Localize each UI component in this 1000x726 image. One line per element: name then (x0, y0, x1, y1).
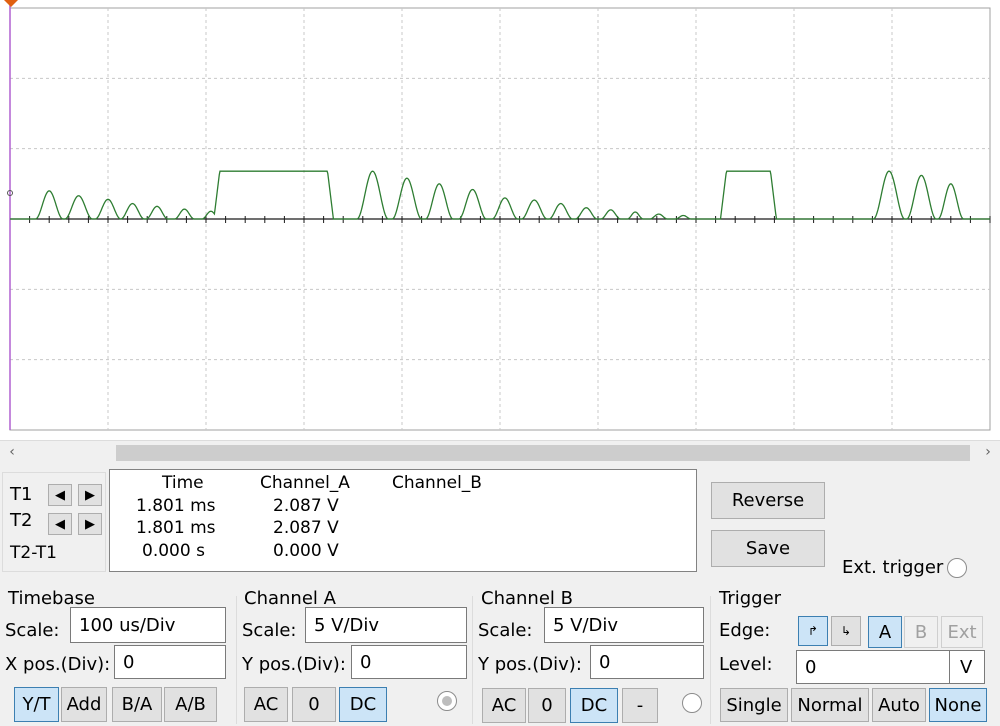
channel-a-scale-label: Scale: (242, 620, 297, 641)
mode-ba-button[interactable]: B/A (112, 687, 162, 722)
trigger-normal-button[interactable]: Normal (791, 688, 869, 722)
channel-a-dc-button[interactable]: DC (339, 687, 387, 722)
channel-a-ypos-label: Y pos.(Div): (242, 654, 346, 675)
channel-a-title: Channel A (244, 588, 336, 609)
channel-a-indicator[interactable] (437, 691, 457, 711)
trigger-edge-label: Edge: (719, 620, 771, 641)
t1-right-arrow-icon[interactable]: ▶ (78, 484, 102, 506)
horizontal-scrollbar[interactable]: ‹ › (0, 440, 1000, 464)
trigger-marker-icon (4, 0, 18, 7)
t2-t1-label: T2-T1 (10, 543, 57, 563)
trigger-none-button[interactable]: None (929, 688, 987, 722)
t2-right-arrow-icon[interactable]: ▶ (78, 513, 102, 535)
trigger-single-button[interactable]: Single (720, 688, 788, 722)
t1-left-arrow-icon[interactable]: ◀ (48, 484, 72, 506)
t2-channel-a-value: 2.087 V (273, 518, 339, 538)
mode-add-button[interactable]: Add (61, 687, 107, 722)
t1-channel-a-value: 2.087 V (273, 496, 339, 516)
ext-trigger-label: Ext. trigger (842, 557, 944, 578)
rising-edge-icon[interactable]: ↱ (798, 616, 828, 646)
timebase-xpos-label: X pos.(Div): (5, 654, 111, 675)
channel-b-ac-button[interactable]: AC (482, 688, 526, 723)
channel-b-ypos-label: Y pos.(Div): (478, 654, 582, 675)
channel-a-ypos-field[interactable]: 0 (351, 645, 467, 679)
delta-time-value: 0.000 s (142, 541, 205, 561)
channel-b-ypos-field[interactable]: 0 (590, 645, 704, 679)
ext-trigger-indicator[interactable] (947, 558, 967, 578)
mode-yt-button[interactable]: Y/T (14, 687, 59, 722)
timebase-scale-label: Scale: (5, 620, 60, 641)
channel-b-scale-label: Scale: (478, 620, 533, 641)
trigger-title: Trigger (719, 588, 782, 609)
header-channel-a: Channel_A (260, 473, 350, 493)
trigger-level-field[interactable]: 0 (796, 650, 950, 684)
channel-b-divider (472, 596, 473, 724)
channel-b-dc-button[interactable]: DC (570, 688, 618, 723)
t1-time-value: 1.801 ms (136, 496, 216, 516)
trigger-source-a-button[interactable]: A (868, 616, 902, 648)
cursor-readout-table: Time Channel_A Channel_B 1.801 ms 2.087 … (109, 469, 697, 572)
scroll-right-icon[interactable]: › (976, 441, 1000, 464)
timebase-scale-field[interactable]: 100 us/Div (70, 607, 226, 643)
trigger-auto-button[interactable]: Auto (872, 688, 926, 722)
trigger-level-unit: V (949, 650, 985, 684)
falling-edge-icon[interactable]: ↳ (831, 616, 861, 646)
channel-a-divider (236, 596, 237, 724)
header-channel-b: Channel_B (392, 473, 482, 493)
channel-a-zero-button[interactable]: 0 (292, 687, 336, 722)
reverse-button[interactable]: Reverse (711, 482, 825, 519)
save-button[interactable]: Save (711, 530, 825, 567)
channel-b-minus-button[interactable]: - (622, 688, 658, 723)
channel-b-zero-button[interactable]: 0 (528, 688, 566, 723)
scrollbar-thumb[interactable] (116, 445, 970, 461)
channel-a-ac-button[interactable]: AC (244, 687, 288, 722)
oscilloscope-plot (4, 0, 991, 431)
timebase-title: Timebase (8, 588, 95, 609)
channel-a-scale-field[interactable]: 5 V/Div (305, 607, 467, 643)
trigger-source-b-button[interactable]: B (904, 616, 938, 648)
channel-b-title: Channel B (481, 588, 573, 609)
trigger-level-label: Level: (719, 654, 773, 675)
timebase-xpos-field[interactable]: 0 (114, 645, 226, 679)
trigger-source-ext-button[interactable]: Ext (941, 616, 983, 648)
scroll-left-icon[interactable]: ‹ (0, 441, 24, 464)
t2-left-arrow-icon[interactable]: ◀ (48, 513, 72, 535)
channel-b-scale-field[interactable]: 5 V/Div (544, 607, 704, 643)
channel-b-indicator[interactable] (682, 693, 702, 713)
t1-label: T1 (10, 484, 33, 505)
oscilloscope-screen (0, 0, 1000, 440)
t2-label: T2 (10, 510, 33, 531)
header-time: Time (162, 473, 204, 493)
mode-ab-button[interactable]: A/B (164, 687, 217, 722)
trigger-divider (710, 596, 711, 724)
t2-time-value: 1.801 ms (136, 518, 216, 538)
delta-channel-a-value: 0.000 V (273, 541, 339, 561)
